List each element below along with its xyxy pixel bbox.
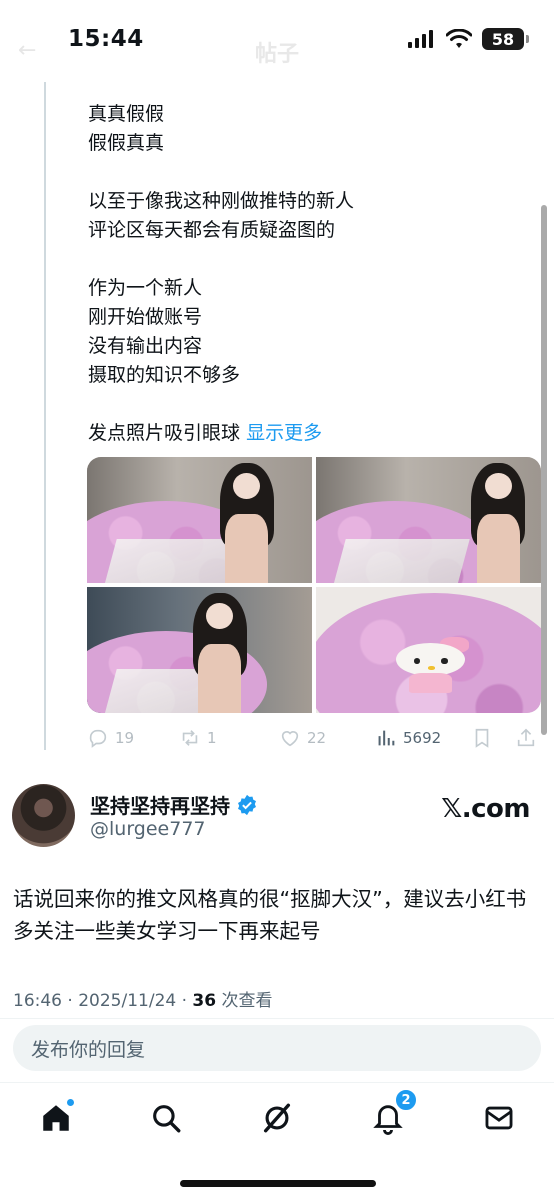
avatar[interactable] (12, 784, 75, 847)
verified-badge-icon (236, 794, 258, 816)
text-line: 作为一个新人 (88, 277, 203, 299)
bottom-nav: 2 (0, 1083, 554, 1153)
last-line: 发点照片吸引眼球 (88, 422, 241, 444)
quoted-tweet-actions: 19 1 22 5692 (87, 724, 547, 752)
x-watermark: 𝕏.com (441, 794, 530, 824)
home-indicator[interactable] (180, 1180, 376, 1187)
hello-kitty-toy (393, 637, 469, 693)
repost-icon (182, 730, 198, 746)
status-bar: ← 帖子 15:44 58 (0, 0, 554, 82)
cellular-signal-icon (408, 30, 433, 48)
notifications-badge: 2 (395, 1089, 417, 1111)
share-button[interactable] (515, 727, 537, 749)
photo-3[interactable] (87, 587, 312, 713)
photo-1[interactable] (87, 457, 312, 583)
photo-4[interactable] (316, 587, 541, 713)
views-chart-icon (378, 730, 395, 746)
reply-input[interactable]: 发布你的回复 (13, 1025, 541, 1071)
text-line: 没有输出内容 (88, 335, 203, 357)
reply-icon (89, 729, 107, 748)
reply-button[interactable]: 19 (87, 727, 134, 749)
nav-home[interactable] (39, 1098, 75, 1135)
text-line: 评论区每天都会有质疑盗图的 (88, 219, 336, 241)
display-name[interactable]: 坚持坚持再坚持 (90, 790, 258, 819)
repost-button[interactable]: 1 (179, 727, 217, 749)
text-line: 真真假假 (88, 103, 165, 125)
search-icon (153, 1105, 181, 1133)
bookmark-icon (475, 728, 489, 748)
notification-dot (66, 1098, 75, 1107)
text-line: 假假真真 (88, 132, 165, 154)
tweet-meta: 16:46 · 2025/11/24 · 36 次查看 (13, 986, 273, 1011)
reply-count: 19 (115, 729, 135, 747)
status-icons: 58 (408, 28, 529, 50)
meta-separator: · (181, 991, 188, 1011)
text-line (88, 245, 354, 274)
text-line: 以至于像我这种刚做推特的新人 (88, 190, 355, 212)
grok-icon (263, 1103, 291, 1133)
media-grid (87, 457, 541, 713)
mail-icon (485, 1106, 513, 1130)
nav-messages[interactable] (482, 1101, 516, 1135)
views-label: 次查看 (221, 991, 273, 1011)
like-count: 22 (307, 729, 327, 747)
nav-grok[interactable] (260, 1101, 294, 1135)
thread-line (44, 82, 46, 750)
nav-notifications[interactable]: 2 (371, 1089, 417, 1135)
tweet-date[interactable]: 2025/11/24 (78, 991, 176, 1011)
divider (0, 1018, 554, 1019)
tweet-text: 话说回来你的推文风格真的很“抠脚大汉”，建议去小红书多关注一些美女学习一下再来起… (13, 887, 527, 943)
scrollbar[interactable] (541, 205, 547, 735)
bookmark-button[interactable] (471, 727, 493, 749)
photo-2[interactable] (316, 457, 541, 583)
show-more-link[interactable]: 显示更多 (246, 422, 322, 444)
status-time: 15:44 (68, 26, 144, 52)
like-button[interactable]: 22 (279, 727, 326, 749)
battery-indicator: 58 (482, 28, 529, 50)
display-name-text: 坚持坚持再坚持 (90, 794, 230, 818)
views-button[interactable]: 5692 (375, 727, 441, 749)
repost-count: 1 (207, 729, 217, 747)
tweet-time[interactable]: 16:46 (13, 991, 62, 1011)
views-count: 5692 (403, 729, 442, 747)
text-line: 摄取的知识不够多 (88, 364, 241, 386)
text-line (88, 158, 354, 187)
nav-search[interactable] (149, 1101, 183, 1135)
text-line: 刚开始做账号 (88, 306, 203, 328)
wifi-icon (446, 29, 472, 48)
text-line (88, 390, 354, 419)
share-icon (517, 728, 535, 747)
quoted-tweet-text[interactable]: 真真假假 假假真真 以至于像我这种刚做推特的新人 评论区每天都会有质疑盗图的 作… (88, 100, 354, 448)
views-count: 36 (192, 991, 217, 1011)
heart-icon (281, 731, 299, 747)
user-handle[interactable]: @lurgee777 (90, 818, 206, 840)
meta-separator: · (67, 991, 73, 1011)
text-line: 发点照片吸引眼球 显示更多 (88, 419, 354, 448)
